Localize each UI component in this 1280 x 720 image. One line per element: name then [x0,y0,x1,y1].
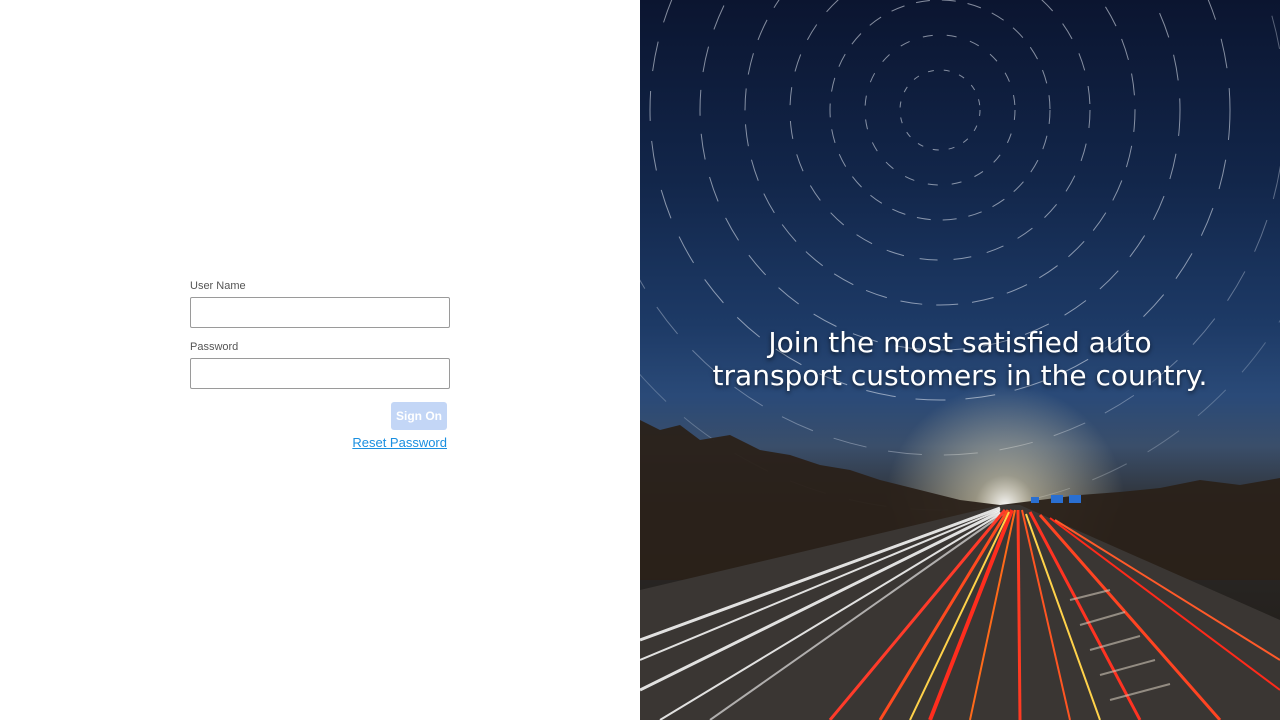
login-pane: User Name Password Sign On Reset Passwor… [0,0,640,720]
hero-image: Join the most satisfied auto transport c… [640,0,1280,720]
password-label: Password [190,341,239,353]
username-input[interactable] [190,297,450,328]
form-actions: Sign On Reset Password [190,401,450,461]
password-input[interactable] [190,358,450,389]
password-group: Password [190,340,450,389]
tagline-line-1: Join the most satisfied auto [768,326,1152,359]
username-label: User Name [190,280,246,292]
reset-password-link[interactable]: Reset Password [352,435,447,450]
username-group: User Name [190,279,450,328]
tagline-line-2: transport customers in the country. [712,359,1208,392]
hero-tagline: Join the most satisfied auto transport c… [640,326,1280,392]
sign-on-button[interactable]: Sign On [391,402,447,430]
login-form: User Name Password Sign On Reset Passwor… [190,279,450,461]
